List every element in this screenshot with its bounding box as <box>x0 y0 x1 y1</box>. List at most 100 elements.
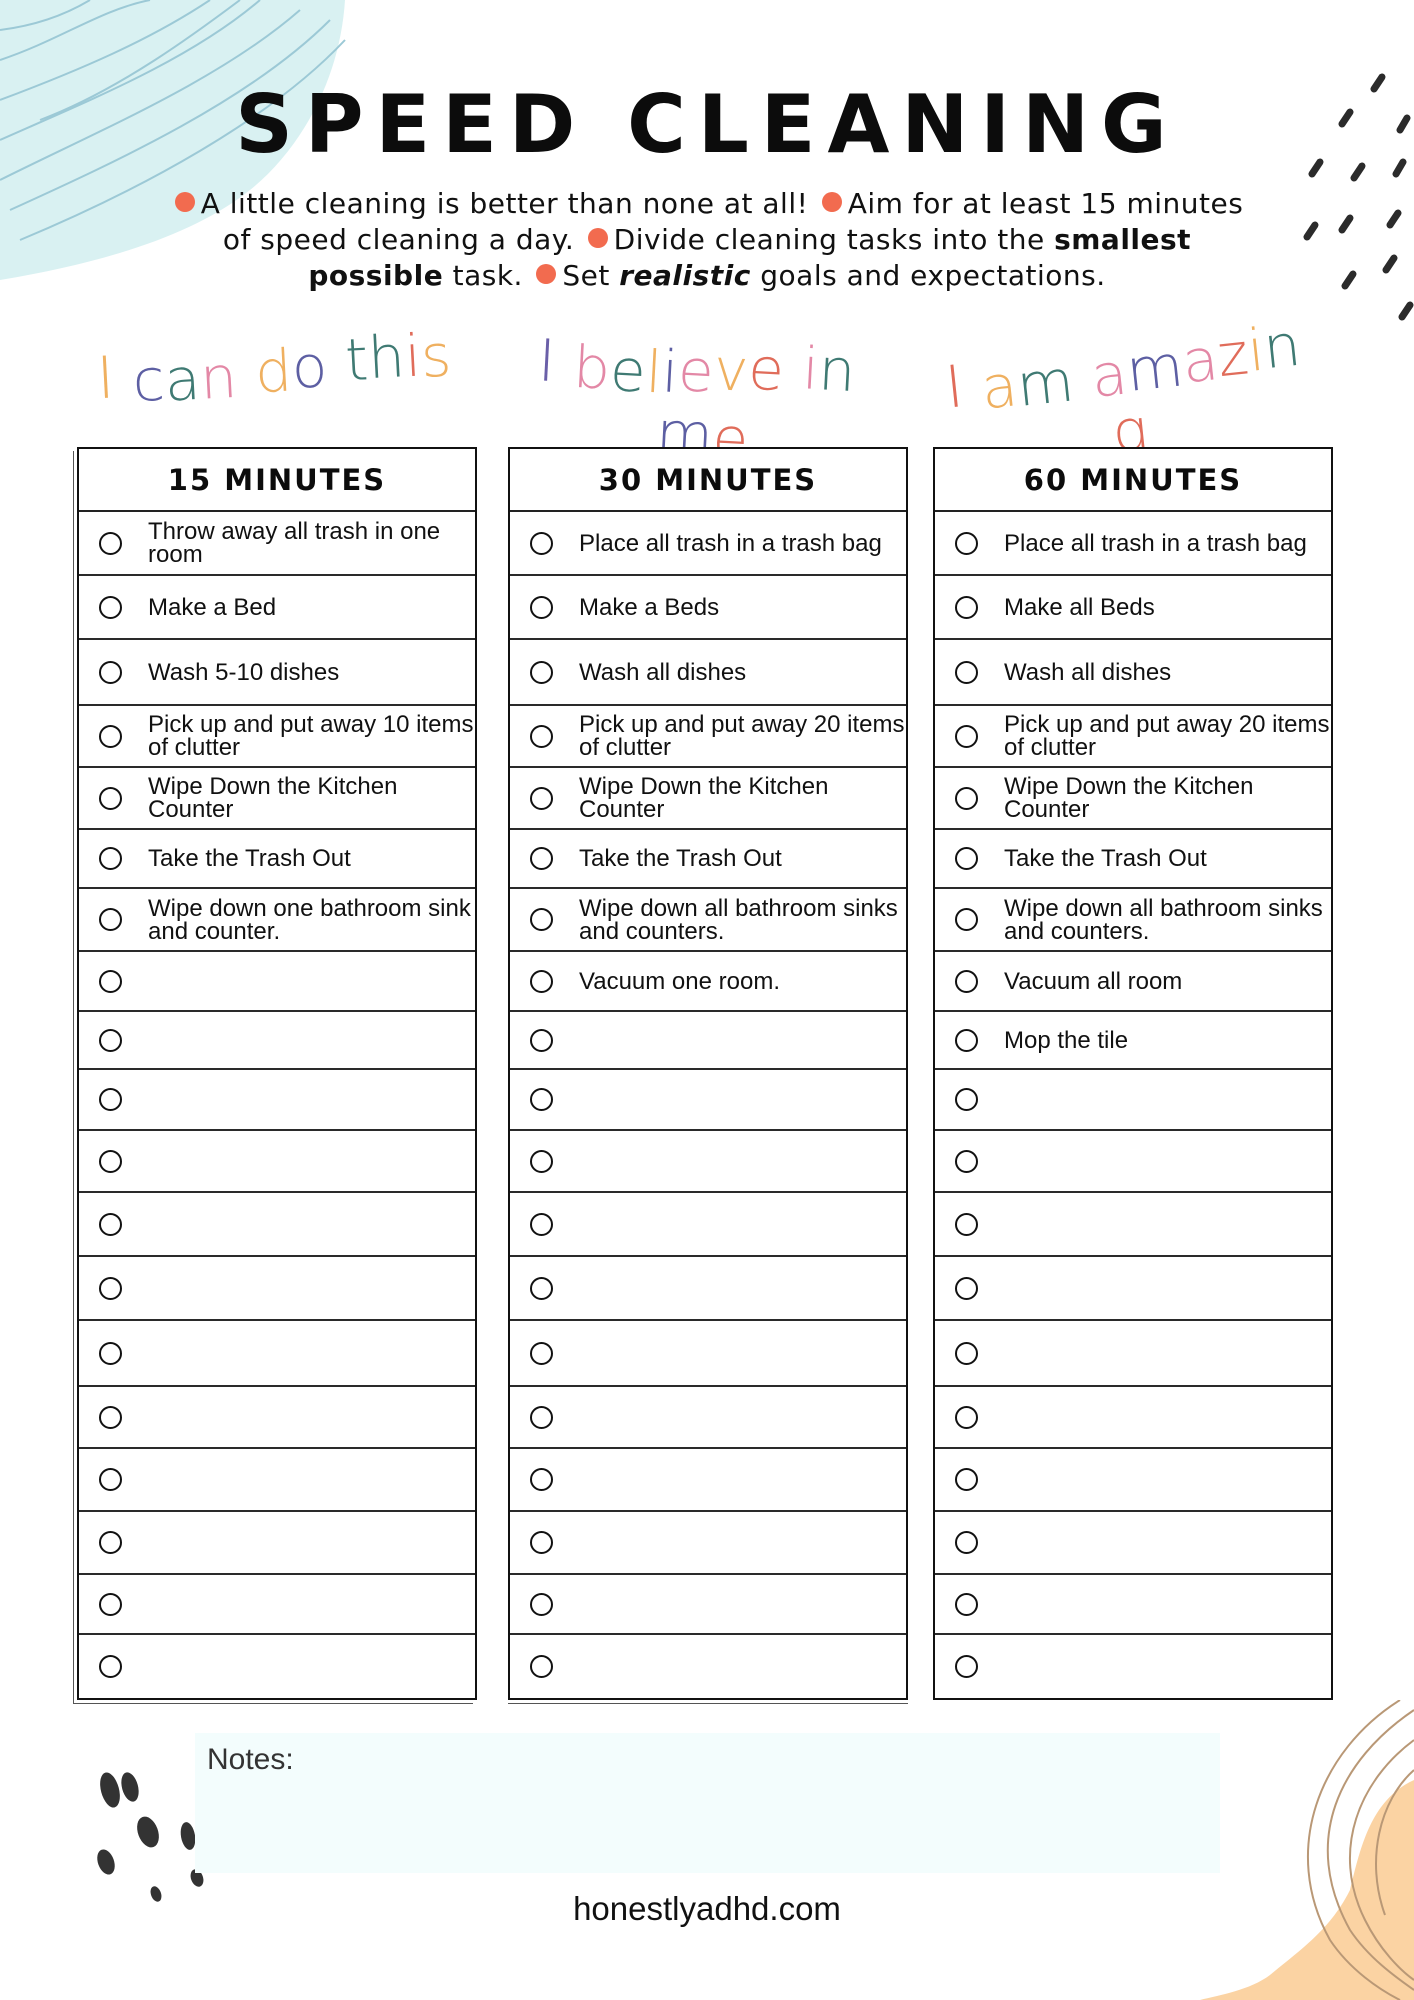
tip-text: task. <box>443 259 523 292</box>
checkbox-circle-icon[interactable] <box>99 847 122 870</box>
checkbox-circle-icon[interactable] <box>955 1149 978 1173</box>
task-row <box>79 1257 475 1321</box>
task-row: Take the Trash Out <box>935 830 1331 889</box>
task-label: Wipe down one bathroom sink and counter. <box>148 894 471 945</box>
task-row: Wipe Down the Kitchen Counter <box>935 768 1331 830</box>
checkbox-circle-icon[interactable] <box>99 1468 122 1491</box>
task-row <box>79 1193 475 1257</box>
checkbox-circle-icon[interactable] <box>530 1468 553 1491</box>
checkbox-circle-icon[interactable] <box>955 1088 978 1111</box>
checkbox-circle-icon[interactable] <box>530 531 553 555</box>
checkbox-circle-icon[interactable] <box>955 1531 978 1554</box>
affirmation-1: I can do this <box>93 321 458 445</box>
task-row: Throw away all trash in one room <box>79 512 475 576</box>
checkbox-circle-icon[interactable] <box>530 1212 553 1236</box>
notes-label: Notes: <box>207 1743 294 1776</box>
checkbox-circle-icon[interactable] <box>99 1149 122 1173</box>
checkbox-circle-icon[interactable] <box>955 1276 978 1300</box>
task-row <box>935 1575 1331 1635</box>
checkbox-circle-icon[interactable] <box>530 969 553 993</box>
checkbox-circle-icon[interactable] <box>99 1531 122 1554</box>
tip-text: goals and expectations. <box>750 259 1106 292</box>
checkbox-circle-icon[interactable] <box>530 1655 553 1678</box>
task-row: Mop the tile <box>935 1012 1331 1070</box>
checkbox-circle-icon[interactable] <box>530 1531 553 1554</box>
checkbox-circle-icon[interactable] <box>530 1405 553 1429</box>
task-label: Wipe Down the Kitchen Counter <box>148 773 398 823</box>
checkbox-circle-icon[interactable] <box>530 1028 553 1052</box>
checkbox-circle-icon[interactable] <box>99 531 122 555</box>
task-row: Vacuum one room. <box>510 952 906 1012</box>
task-row <box>510 1321 906 1387</box>
task-row <box>510 1131 906 1193</box>
checkbox-circle-icon[interactable] <box>99 660 122 684</box>
checkbox-circle-icon[interactable] <box>530 1088 553 1111</box>
task-row <box>935 1257 1331 1321</box>
task-label: Pick up and put away 20 items of clutter <box>579 711 905 761</box>
task-row <box>935 1070 1331 1131</box>
task-row <box>79 1012 475 1070</box>
notes-area[interactable]: Notes: <box>195 1733 1220 1873</box>
checkbox-circle-icon[interactable] <box>530 1592 553 1616</box>
affirmation-2: I believe in me <box>523 326 888 473</box>
checkbox-circle-icon[interactable] <box>99 1276 122 1300</box>
checkbox-circle-icon[interactable] <box>99 1028 122 1052</box>
bullet-dot-icon <box>821 192 842 212</box>
checkbox-circle-icon[interactable] <box>99 1592 122 1616</box>
checkbox-circle-icon[interactable] <box>530 1341 553 1365</box>
affirmation-letter: d <box>253 336 294 407</box>
checkbox-circle-icon[interactable] <box>99 595 122 619</box>
checkbox-circle-icon[interactable] <box>955 908 978 931</box>
task-row: Wipe Down the Kitchen Counter <box>79 768 475 830</box>
affirmation-letter: v <box>712 335 751 405</box>
checkbox-circle-icon[interactable] <box>530 847 553 870</box>
task-row <box>935 1193 1331 1257</box>
affirmation-letter: c <box>130 345 167 416</box>
checkbox-circle-icon[interactable] <box>530 595 553 619</box>
checkbox-circle-icon[interactable] <box>955 847 978 870</box>
task-label: Throw away all trash in one room <box>148 518 441 568</box>
checkbox-circle-icon[interactable] <box>955 660 978 684</box>
checkbox-circle-icon[interactable] <box>530 724 553 748</box>
checkbox-circle-icon[interactable] <box>530 1149 553 1173</box>
checkbox-circle-icon[interactable] <box>530 908 553 931</box>
checkbox-circle-icon[interactable] <box>99 1405 122 1429</box>
checkbox-circle-icon[interactable] <box>955 1028 978 1052</box>
task-row <box>510 1575 906 1635</box>
checkbox-circle-icon[interactable] <box>955 786 978 810</box>
checkbox-circle-icon[interactable] <box>99 908 122 931</box>
checkbox-circle-icon[interactable] <box>99 786 122 810</box>
task-row: Place all trash in a trash bag <box>510 512 906 576</box>
checkbox-circle-icon[interactable] <box>530 1276 553 1300</box>
checkbox-circle-icon[interactable] <box>99 969 122 993</box>
task-row <box>79 1635 475 1698</box>
checkbox-circle-icon[interactable] <box>99 1212 122 1236</box>
checkbox-circle-icon[interactable] <box>955 1405 978 1429</box>
affirmation-letter: n <box>198 342 239 413</box>
checkbox-circle-icon[interactable] <box>955 595 978 619</box>
task-row: Wash all dishes <box>510 640 906 706</box>
affirmation-3: I am amazing <box>941 311 1309 467</box>
task-row: Take the Trash Out <box>79 830 475 889</box>
task-row <box>79 1575 475 1635</box>
checkbox-circle-icon[interactable] <box>955 1655 978 1678</box>
task-label: Make all Beds <box>1004 593 1155 621</box>
checkbox-circle-icon[interactable] <box>955 1341 978 1365</box>
checkbox-circle-icon[interactable] <box>99 1655 122 1678</box>
checkbox-circle-icon[interactable] <box>955 1592 978 1616</box>
task-label: Vacuum one room. <box>579 967 780 995</box>
checkbox-circle-icon[interactable] <box>955 1468 978 1491</box>
task-label: Pick up and put away 20 items of clutter <box>1004 711 1330 761</box>
checkbox-circle-icon[interactable] <box>99 724 122 748</box>
checkbox-circle-icon[interactable] <box>955 969 978 993</box>
checkbox-circle-icon[interactable] <box>955 1212 978 1236</box>
task-row <box>79 1321 475 1387</box>
task-label: Make a Bed <box>148 593 277 621</box>
checkbox-circle-icon[interactable] <box>955 531 978 555</box>
task-label: Wash 5-10 dishes <box>148 658 340 686</box>
checkbox-circle-icon[interactable] <box>955 724 978 748</box>
checkbox-circle-icon[interactable] <box>530 786 553 810</box>
checkbox-circle-icon[interactable] <box>99 1341 122 1365</box>
checkbox-circle-icon[interactable] <box>530 660 553 684</box>
checkbox-circle-icon[interactable] <box>99 1088 122 1111</box>
